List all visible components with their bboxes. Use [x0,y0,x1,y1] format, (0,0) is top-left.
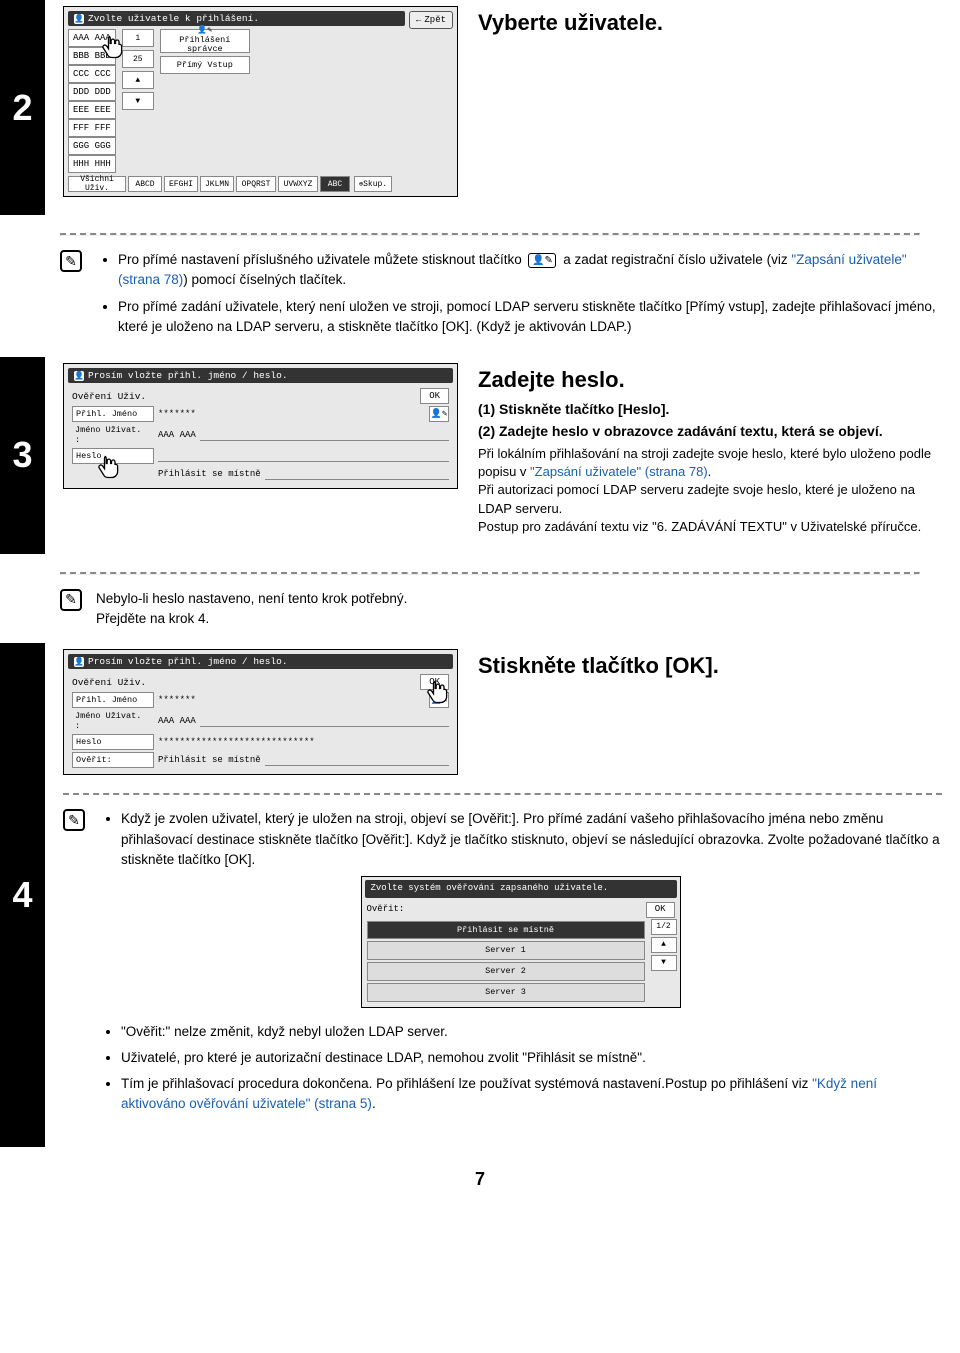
user-item[interactable]: EEE EEE [68,101,116,119]
note-bullet: Když je zvolen uživatel, který je uložen… [121,809,942,870]
panel-title-text: Zvolte uživatele k přihlášení. [88,13,259,24]
panel-title: 👤 Prosím vložte přihl. jméno / heslo. [68,368,453,383]
local-login-text: Přihlásit se místně [158,755,261,765]
step3-note: Nebylo-li heslo nastaveno, není tento kr… [96,589,942,630]
note-bullet: "Ověřit:" nelze změnit, když nebyl ulože… [121,1022,942,1042]
note-bullet: Pro přímé nastavení příslušného uživatel… [118,250,942,291]
user-name-value: AAA AAA [158,430,196,440]
note-bullet: Uživatelé, pro které je autorizační dest… [121,1048,942,1068]
hand-pointer-icon [94,453,122,481]
user-icon: 👤 [74,371,84,381]
tab-group-label: Skup. [363,180,387,189]
pencil-note-icon: ✎ [60,589,82,611]
link-user-write[interactable]: "Zapsání uživatele" (strana 78) [530,464,708,479]
user-select-panel: 👤 Zvolte uživatele k přihlášení. ← Zpět … [63,6,458,197]
ok-button[interactable]: OK [420,388,449,404]
user-icon: 👤 [74,657,84,667]
step3-body: Při lokálním přihlašování na stroji zade… [478,445,942,536]
step-number-3: 3 [0,357,45,554]
page-number: 7 [0,1147,960,1212]
auth-heading: Ověření Uživ. [72,677,146,688]
user-item[interactable]: FFF FFF [68,119,116,137]
pencil-note-icon: ✎ [60,250,82,272]
alpha-tabs: Všichni Uživ. ABCD EFGHI JKLMN OPQRST UV… [68,176,453,192]
password-value: ***************************** [158,737,315,747]
back-button[interactable]: ← Zpět [409,11,453,29]
panel-title: 👤 Prosím vložte přihl. jméno / heslo. [68,654,453,669]
note-bullet: Pro přímé zadání uživatele, který není u… [118,297,942,338]
step3-sub2: (2) Zadejte heslo v obrazovce zadávání t… [478,423,942,439]
scroll-up-button[interactable]: ▲ [651,937,677,953]
auth-option-server1[interactable]: Server 1 [367,941,645,960]
user-icon: 👤 [74,14,84,24]
user-name-label: Jméno Uživat. : [72,424,154,446]
user-item[interactable]: HHH HHH [68,155,116,173]
password-panel: 👤 Prosím vložte přihl. jméno / heslo. Ov… [63,363,458,489]
arrow-left-icon: ← [416,15,421,25]
step-number-2: 2 [0,0,45,215]
login-name-value: ******* [158,409,196,419]
tab-all[interactable]: Všichni Uživ. [68,176,126,192]
step-number-4: 4 [0,643,45,1146]
scroll-down-button[interactable]: ▼ [651,955,677,971]
page-total: 25 [122,50,154,68]
verify-button[interactable]: Ověřit: [72,752,154,768]
user-edit-icon[interactable]: 👤✎ [429,406,449,422]
auth-option-server2[interactable]: Server 2 [367,962,645,981]
step2-heading: Vyberte uživatele. [478,10,942,36]
auth-heading: Ověření Uživ. [72,391,146,402]
user-item[interactable]: CCC CCC [68,65,116,83]
login-name-label: Přihl. Jméno [72,406,154,422]
login-name-value: ******* [158,695,196,705]
back-label: Zpět [424,15,446,25]
local-login-text: Přihlásit se místně [158,469,261,479]
user-name-value: AAA AAA [158,716,196,726]
scroll-up-button[interactable]: ▲ [122,71,154,89]
scroll-down-button[interactable]: ▼ [122,92,154,110]
auth-option-server3[interactable]: Server 3 [367,983,645,1002]
hand-pointer-icon [98,33,126,61]
hand-pointer-icon [423,678,451,706]
tab-abc-selected[interactable]: ABC [320,176,350,192]
auth-panel-title: Zvolte systém ověřování zapsaného uživat… [365,880,677,898]
tab-group[interactable]: ⊕ Skup. [354,176,392,192]
step3-sub1: (1) Stiskněte tlačítko [Heslo]. [478,401,942,417]
tab-efghi[interactable]: EFGHI [164,176,198,192]
panel-title: 👤 Zvolte uživatele k přihlášení. [68,11,405,26]
auth-select-panel: Zvolte systém ověřování zapsaného uživat… [361,876,681,1008]
ok-panel: 👤 Prosím vložte přihl. jméno / heslo. Ov… [63,649,458,775]
login-name-label: Přihl. Jméno [72,692,154,708]
step4-heading: Stiskněte tlačítko [OK]. [478,653,942,679]
tab-abcd[interactable]: ABCD [128,176,162,192]
note-bullet: Tím je přihlašovací procedura dokončena.… [121,1074,942,1115]
admin-login-button[interactable]: 👤✎ Přihlášení správce [160,29,250,53]
user-edit-icon: 👤✎ [528,253,556,268]
separator [60,233,920,236]
separator [63,793,942,795]
tab-uvwxyz[interactable]: UVWXYZ [278,176,318,192]
user-item[interactable]: DDD DDD [68,83,116,101]
tab-jklmn[interactable]: JKLMN [200,176,234,192]
auth-option-local[interactable]: Přihlásit se místně [367,921,645,940]
user-item[interactable]: GGG GGG [68,137,116,155]
page-current: 1 [122,29,154,47]
panel-title-text: Prosím vložte přihl. jméno / heslo. [88,370,288,381]
password-label: Heslo [72,734,154,750]
panel-title-text: Prosím vložte přihl. jméno / heslo. [88,656,288,667]
tab-opqrst[interactable]: OPQRST [236,176,276,192]
separator [60,572,920,575]
verify-label: Ověřit: [367,903,405,917]
admin-login-label: Přihlášení správce [163,36,247,55]
user-list: AAA AAA BBB BBB CCC CCC DDD DDD EEE EEE … [68,29,116,173]
step3-heading: Zadejte heslo. [478,367,942,393]
pencil-note-icon: ✎ [63,809,85,831]
direct-input-button[interactable]: Přímý Vstup [160,56,250,74]
page-indicator: 1/2 [651,919,677,935]
user-name-label: Jméno Uživat. : [72,710,154,732]
ok-button[interactable]: OK [646,902,675,918]
